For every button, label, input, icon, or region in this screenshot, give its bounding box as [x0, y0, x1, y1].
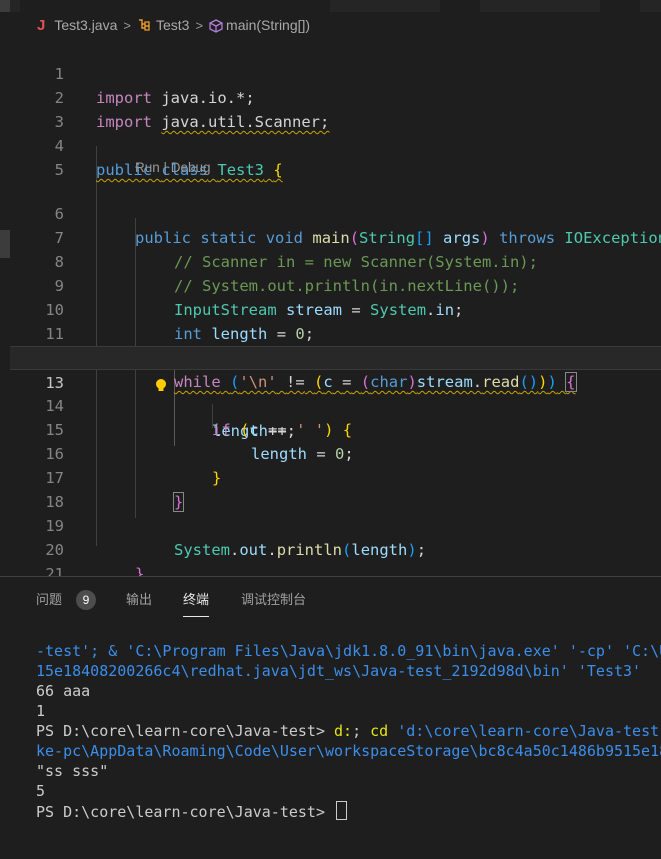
code-editor[interactable]: 1 import java.io.*; 2 import java.util.S…	[10, 38, 661, 576]
java-file-icon: J	[37, 16, 46, 34]
tab-problems[interactable]: 问题	[36, 577, 62, 623]
terminal-prompt: PS D:\core\learn-core\Java-test>	[36, 722, 335, 740]
terminal-line: PS D:\core\learn-core\Java-test> d:; cd …	[36, 721, 659, 741]
tab-debug-console[interactable]: 调试控制台	[241, 577, 306, 623]
tab-remnant[interactable]	[480, 0, 600, 12]
panel-tabs: 问题 9 输出 终端 调试控制台	[0, 577, 661, 623]
code-line[interactable]: 12 while ('\n' != (c = (char)stream.read…	[10, 322, 661, 392]
breadcrumb-class[interactable]: Test3	[156, 17, 189, 33]
terminal-line: 66 aaa	[36, 682, 91, 700]
code-line[interactable]: 16 }	[10, 418, 661, 487]
codelens-run-debug[interactable]: Run | Debug	[135, 160, 211, 175]
code-line[interactable]: 5	[10, 134, 661, 179]
chevron-right-icon: >	[195, 17, 204, 33]
class-icon	[137, 17, 153, 34]
terminal-prompt: PS D:\core\learn-core\Java-test>	[36, 803, 335, 821]
code-line[interactable]: 21 }	[10, 538, 661, 576]
tab-output[interactable]: 输出	[126, 577, 152, 623]
code-line[interactable]: 8 // System.out.println(in.nextLine());	[10, 226, 661, 295]
code-line[interactable]: 2 import java.util.Scanner;	[10, 62, 661, 131]
code-line[interactable]: 3	[10, 86, 661, 131]
chevron-right-icon: >	[123, 17, 131, 33]
lightbulb-icon[interactable]	[98, 352, 166, 391]
tab-strip	[0, 0, 661, 12]
terminal-line: 1	[36, 702, 46, 720]
problems-count-badge: 9	[76, 590, 96, 610]
terminal-cursor	[336, 801, 348, 820]
terminal-cmd: ;	[352, 722, 371, 740]
terminal-cmd: d:	[334, 722, 353, 740]
activity-bar-remnant	[0, 0, 10, 12]
code-line[interactable]: 1 import java.io.*;	[10, 38, 661, 107]
terminal-line: ke-pc\AppData\Roaming\Code\User\workspac…	[36, 742, 661, 760]
code-line[interactable]: 7 // Scanner in = new Scanner(System.in)…	[10, 202, 661, 271]
code-line[interactable]: 15 length = 0;	[10, 394, 661, 463]
bottom-panel: 问题 9 输出 终端 调试控制台 -test'; & 'C:\Program F…	[0, 576, 661, 859]
code-line[interactable]: 14 if (c == ' ') {	[10, 370, 661, 439]
method-icon	[209, 19, 223, 33]
tab-terminal[interactable]: 终端	[183, 577, 210, 623]
terminal-line: 15e18408200266c4\redhat.java\jdt_ws\Java…	[36, 662, 642, 680]
breadcrumb-method[interactable]: main(String[])	[226, 17, 310, 33]
code-line[interactable]: 19 System.out.println(length);	[10, 490, 661, 559]
tab-remnant[interactable]	[330, 0, 440, 12]
code-line[interactable]: 17 }	[10, 442, 661, 512]
breadcrumb-file[interactable]: Test3.java	[54, 17, 117, 33]
terminal-line: PS D:\core\learn-core\Java-test>	[36, 801, 348, 821]
code-line-active[interactable]: 13 length++;	[10, 346, 661, 440]
terminal-line: 5	[36, 782, 46, 800]
code-line[interactable]: 20 }	[10, 514, 661, 576]
activity-bar-remnant	[0, 230, 10, 258]
code-line[interactable]: 4 public class Test3 {	[10, 110, 661, 179]
terminal-line: "ss sss"	[36, 762, 109, 780]
code-line[interactable]: 6 public static void main(String[] args)…	[10, 178, 661, 247]
tab-remnant[interactable]	[640, 0, 661, 12]
terminal-cmd: cd	[370, 722, 398, 740]
terminal-cmd: 'd:\core\learn-core\Java-test	[397, 722, 660, 740]
breadcrumb: J Test3.java > Test3 > main(String[])	[0, 12, 661, 38]
terminal-line: -test'; & 'C:\Program Files\Java\jdk1.8.…	[36, 642, 661, 660]
code-line[interactable]: 10 int length = 0;	[10, 274, 661, 343]
code-line[interactable]: 11 char c;	[10, 298, 661, 367]
code-line[interactable]: 18	[10, 466, 661, 511]
code-line[interactable]: 9 InputStream stream = System.in;	[10, 250, 661, 319]
code-line[interactable]: 22	[10, 562, 661, 576]
